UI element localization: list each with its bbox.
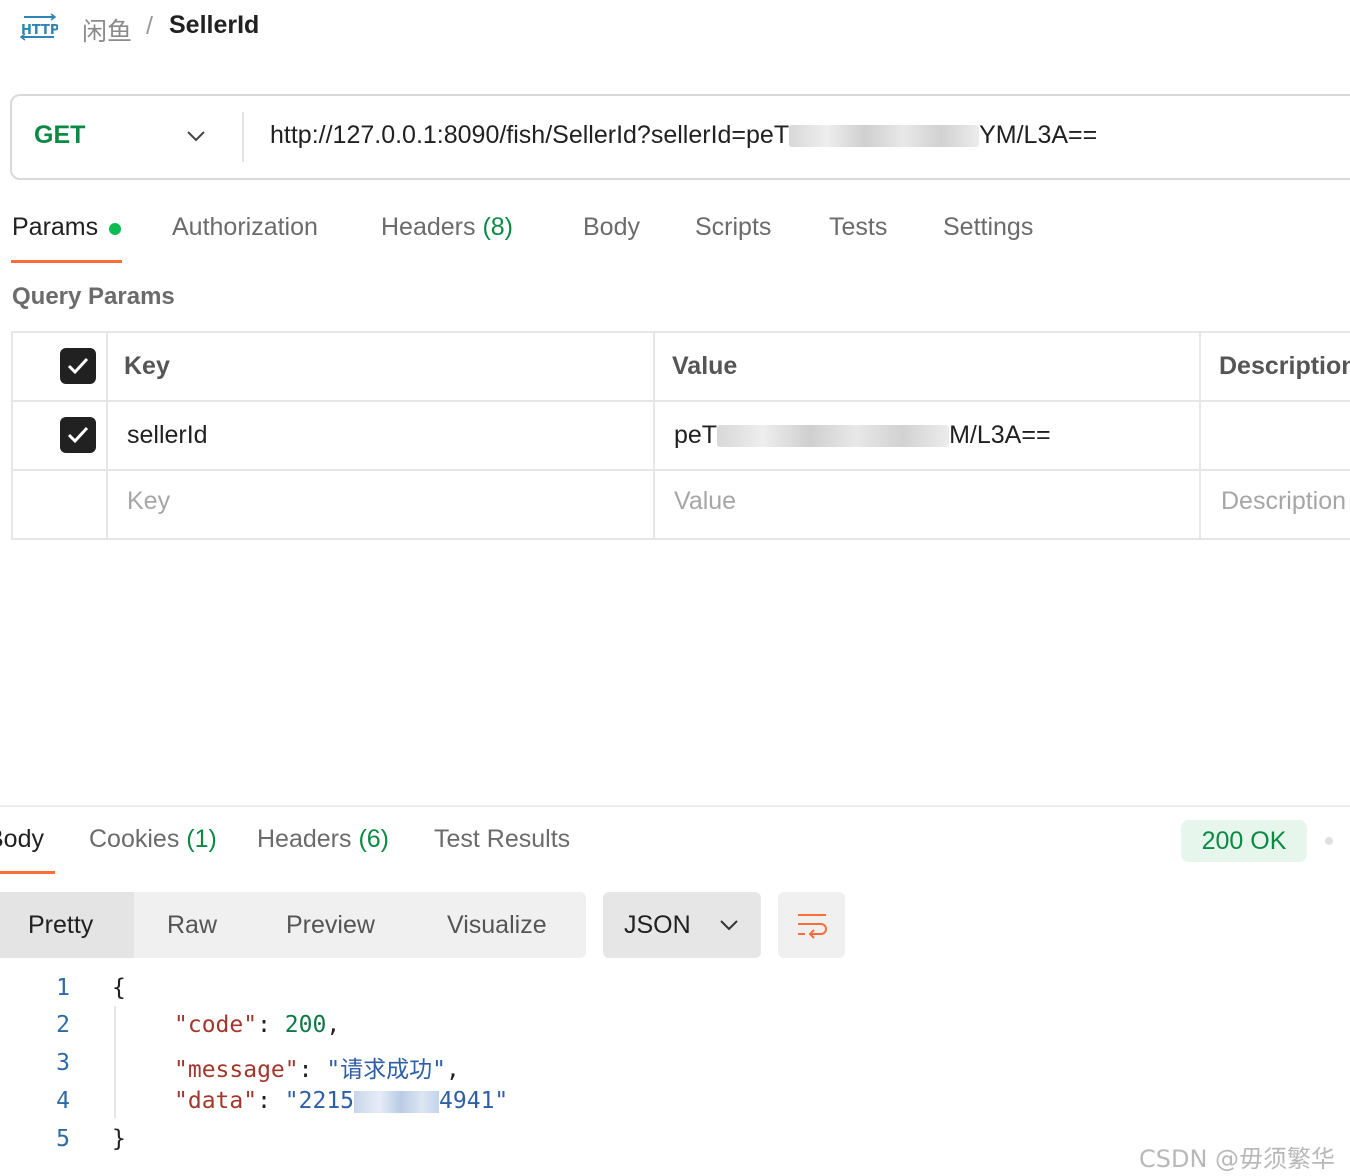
column-header-description: Description bbox=[1219, 352, 1350, 380]
tab-params[interactable]: Params bbox=[12, 213, 98, 242]
column-header-value: Value bbox=[672, 352, 738, 380]
request-name[interactable]: SellerId bbox=[169, 11, 259, 40]
checkmark-icon bbox=[67, 357, 89, 375]
chevron-down-icon bbox=[719, 920, 738, 931]
json-number: 200 bbox=[284, 1012, 327, 1038]
line-number: 5 bbox=[56, 1126, 70, 1152]
column-header-key: Key bbox=[124, 352, 170, 380]
params-active-dot bbox=[109, 223, 121, 235]
param-value-prefix: peT bbox=[674, 421, 718, 449]
url-text-prefix: http://127.0.0.1:8090/fish/SellerId?sell… bbox=[270, 121, 790, 149]
tab-headers-label: Headers bbox=[381, 213, 476, 241]
new-description-input[interactable]: Description bbox=[1221, 487, 1346, 516]
table-column-divider bbox=[653, 331, 655, 540]
redacted-data-segment bbox=[354, 1090, 440, 1113]
line-number: 4 bbox=[56, 1088, 70, 1114]
line-number: 2 bbox=[56, 1012, 70, 1038]
format-select[interactable]: JSON bbox=[603, 892, 761, 958]
json-key: "data" bbox=[174, 1088, 258, 1114]
json-line-code: "code": 200, bbox=[174, 1012, 341, 1038]
view-raw-button[interactable]: Raw bbox=[167, 892, 217, 958]
breadcrumb-collection[interactable]: 闲鱼 bbox=[82, 12, 132, 48]
json-close-brace: } bbox=[112, 1126, 126, 1152]
tab-headers[interactable]: Headers (8) bbox=[381, 213, 513, 242]
method-select[interactable]: GET bbox=[34, 121, 85, 150]
url-divider bbox=[242, 112, 244, 162]
response-tab-cookies-count: (1) bbox=[186, 825, 217, 853]
response-tab-cookies[interactable]: Cookies (1) bbox=[89, 825, 217, 854]
line-number: 3 bbox=[56, 1050, 70, 1076]
json-line-data: "data": "2215 4941" bbox=[174, 1088, 509, 1114]
json-string-suffix: 4941" bbox=[439, 1088, 509, 1114]
response-active-tab-indicator bbox=[0, 871, 55, 874]
json-string-prefix: "2215 bbox=[284, 1088, 355, 1114]
watermark: CSDN @毋须繁华 bbox=[1139, 1145, 1336, 1173]
table-column-divider bbox=[1199, 331, 1201, 540]
new-key-input[interactable]: Key bbox=[127, 487, 170, 516]
tab-tests[interactable]: Tests bbox=[829, 213, 887, 242]
json-string: "请求成功" bbox=[326, 1057, 447, 1083]
indent-guide bbox=[114, 1006, 116, 1118]
response-tab-test-results[interactable]: Test Results bbox=[434, 825, 570, 854]
json-line-message: "message": "请求成功", bbox=[174, 1057, 460, 1083]
url-input[interactable]: http://127.0.0.1:8090/fish/SellerId?sell… bbox=[270, 121, 1097, 150]
response-tab-cookies-label: Cookies bbox=[89, 825, 180, 853]
chevron-down-icon[interactable] bbox=[186, 128, 206, 144]
http-icon-text: HTTP bbox=[21, 23, 58, 38]
wrap-lines-button[interactable] bbox=[778, 892, 845, 958]
param-value-suffix: M/L3A== bbox=[949, 421, 1051, 449]
response-tab-headers-count: (6) bbox=[358, 825, 390, 853]
url-text-suffix: YM/L3A== bbox=[979, 121, 1098, 149]
select-all-checkbox[interactable] bbox=[60, 348, 96, 384]
tab-settings[interactable]: Settings bbox=[943, 213, 1033, 242]
tab-authorization[interactable]: Authorization bbox=[172, 213, 318, 242]
table-divider bbox=[11, 400, 1350, 402]
response-tab-headers-label: Headers bbox=[257, 825, 352, 853]
wrap-lines-icon bbox=[797, 914, 827, 939]
param-key-cell[interactable]: sellerId bbox=[127, 421, 208, 450]
json-key: "message" bbox=[174, 1057, 299, 1083]
view-pretty-button[interactable]: Pretty bbox=[0, 892, 134, 958]
view-visualize-button[interactable]: Visualize bbox=[447, 892, 547, 958]
format-select-value: JSON bbox=[624, 910, 691, 939]
tab-headers-count: (8) bbox=[482, 213, 514, 241]
view-preview-button[interactable]: Preview bbox=[286, 892, 375, 958]
active-tab-indicator bbox=[11, 260, 122, 263]
redacted-value-segment bbox=[717, 425, 950, 448]
table-divider bbox=[11, 469, 1350, 471]
response-pane-divider[interactable] bbox=[0, 805, 1350, 807]
line-number: 1 bbox=[56, 975, 70, 1001]
new-value-input[interactable]: Value bbox=[674, 487, 736, 516]
status-separator-dot bbox=[1325, 837, 1333, 845]
redacted-url-segment bbox=[789, 125, 980, 148]
breadcrumb-separator: / bbox=[146, 12, 153, 40]
status-badge[interactable]: 200 OK bbox=[1181, 820, 1307, 862]
param-row-checkbox[interactable] bbox=[60, 417, 96, 453]
param-value-cell[interactable]: peT M/L3A== bbox=[674, 421, 1051, 450]
tab-body[interactable]: Body bbox=[583, 213, 640, 242]
json-open-brace: { bbox=[112, 975, 126, 1001]
table-column-divider bbox=[106, 331, 108, 540]
tab-scripts[interactable]: Scripts bbox=[695, 213, 771, 242]
query-params-title: Query Params bbox=[12, 283, 175, 310]
json-key: "code" bbox=[174, 1012, 258, 1038]
http-icon: HTTP bbox=[19, 12, 59, 44]
checkmark-icon bbox=[67, 426, 89, 444]
response-tab-headers[interactable]: Headers (6) bbox=[257, 825, 389, 854]
response-tab-body[interactable]: Body bbox=[0, 825, 44, 854]
